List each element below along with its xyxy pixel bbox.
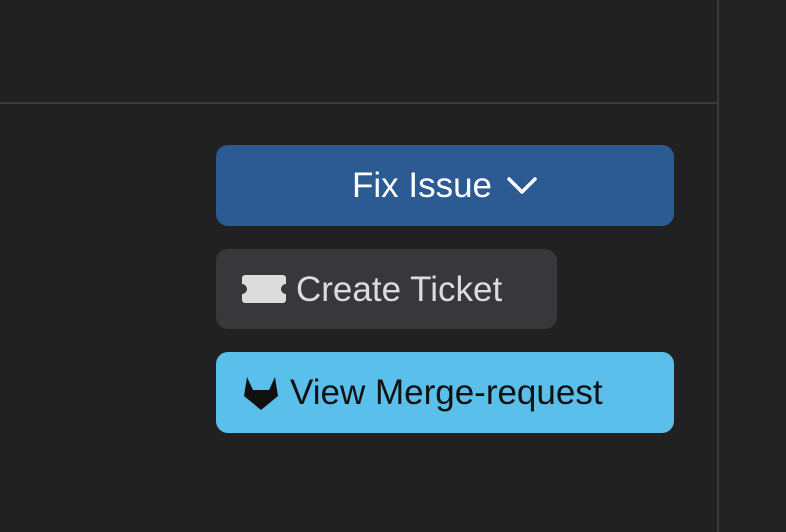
- create-ticket-button[interactable]: Create Ticket: [216, 249, 557, 329]
- fix-issue-label: Fix Issue: [351, 166, 493, 205]
- fix-issue-button[interactable]: Fix Issue: [216, 145, 674, 226]
- ticket-icon: [242, 275, 286, 303]
- horizontal-divider: [0, 102, 718, 104]
- chevron-down-icon: [507, 176, 537, 194]
- gitlab-icon: [244, 376, 278, 410]
- side-gutter: [719, 0, 786, 532]
- create-ticket-label: Create Ticket: [296, 269, 503, 309]
- view-merge-request-button[interactable]: View Merge-request: [216, 352, 674, 433]
- view-merge-request-label: View Merge-request: [290, 373, 603, 412]
- header-area: [0, 0, 717, 102]
- panel: Fix Issue Create Ticket View Merge-reque…: [0, 0, 786, 532]
